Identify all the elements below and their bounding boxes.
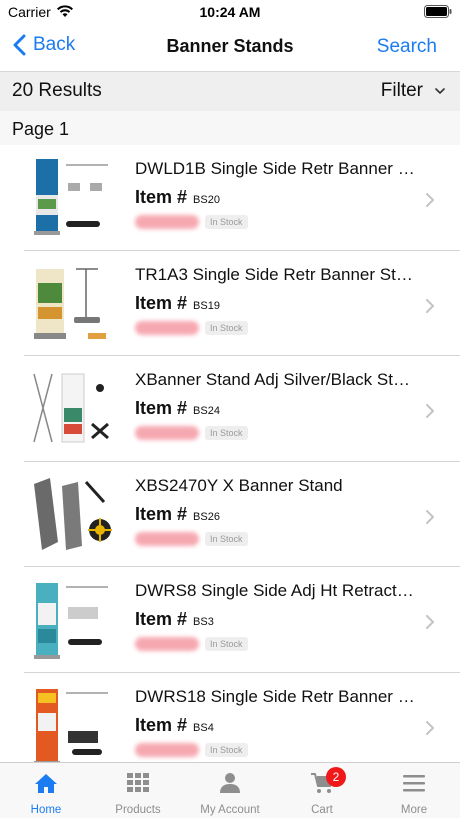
blurred-price: [135, 426, 199, 440]
product-name: XBanner Stand Adj Silver/Black Stand: [135, 370, 415, 389]
filter-label: Filter: [380, 80, 423, 101]
list-item[interactable]: DWRS8 Single Side Adj Ht Retractable Ite…: [24, 567, 460, 673]
banner-stand-image: [34, 267, 106, 339]
product-name: DWLD1B Single Side Retr Banner Stand: [135, 159, 415, 178]
banner-stand-image: [34, 583, 108, 659]
blurred-price: [135, 215, 199, 229]
chevron-right-icon: [426, 615, 434, 629]
navigation-bar: Back Banner Stands Search: [0, 24, 460, 72]
status-bar: Carrier 10:24 AM: [0, 0, 460, 24]
home-icon: [35, 774, 57, 793]
item-number: Item # BS19: [135, 293, 220, 314]
item-number: Item # BS4: [135, 715, 214, 736]
tab-more[interactable]: More: [368, 763, 460, 818]
item-number: Item # BS24: [135, 398, 220, 419]
person-icon: [220, 773, 240, 793]
tab-my-account[interactable]: My Account: [184, 763, 276, 818]
product-name: DWRS18 Single Side Retr Banner Stand: [135, 686, 415, 706]
banner-stand-image: [34, 688, 108, 762]
page-label: Page 1: [12, 119, 70, 139]
item-code: BS19: [193, 299, 220, 312]
battery-icon: [424, 5, 452, 18]
list-item[interactable]: TR1A3 Single Side Retr Banner Stand Item…: [24, 251, 460, 356]
stock-badge: In Stock: [205, 215, 248, 229]
tab-label: My Account: [200, 804, 260, 816]
list-item[interactable]: DWLD1B Single Side Retr Banner Stand Ite…: [24, 145, 460, 251]
blurred-price: [135, 742, 199, 757]
tab-label: More: [400, 804, 428, 816]
chevron-right-icon: [426, 298, 434, 313]
cart-count-badge: 2: [326, 767, 346, 787]
banner-stand-image: [34, 477, 112, 550]
stock-badge: In Stock: [205, 320, 248, 335]
chevron-right-icon: [426, 720, 434, 735]
tab-bar: Home Products My Account 2 Cart More: [0, 762, 460, 818]
product-name: DWRS8 Single Side Adj Ht Retractable: [135, 581, 415, 600]
filter-button[interactable]: Filter: [381, 80, 445, 102]
list-item[interactable]: XBanner Stand Adj Silver/Black Stand Ite…: [24, 356, 460, 462]
results-bar: 20 Results Filter: [0, 72, 460, 111]
tab-products[interactable]: Products: [92, 763, 184, 818]
item-number: Item # BS20: [135, 187, 220, 208]
tab-cart[interactable]: 2 Cart: [276, 763, 368, 818]
page-section-header: Page 1: [0, 111, 460, 145]
stock-badge: In Stock: [205, 426, 248, 440]
chevron-right-icon: [426, 404, 434, 418]
item-number: Item # BS3: [135, 609, 214, 630]
grid-icon: [127, 773, 149, 792]
item-code: BS4: [193, 721, 214, 734]
product-list[interactable]: DWLD1B Single Side Retr Banner Stand Ite…: [0, 145, 460, 762]
search-button[interactable]: Search: [377, 36, 437, 58]
item-number: Item # BS26: [135, 504, 220, 525]
banner-stand-image: [34, 159, 108, 235]
blurred-price: [135, 531, 199, 546]
item-code: BS20: [193, 194, 220, 206]
stock-badge: In Stock: [205, 531, 248, 546]
item-label: Item #: [135, 714, 188, 735]
chevron-right-icon: [426, 193, 434, 207]
stock-badge: In Stock: [205, 637, 248, 651]
results-count: 20 Results: [12, 80, 102, 101]
stock-badge: In Stock: [205, 742, 248, 757]
status-time: 10:24 AM: [199, 4, 261, 20]
tab-label: Home: [30, 804, 62, 816]
item-code: BS24: [193, 405, 220, 417]
tab-label: Products: [115, 804, 161, 816]
tab-label: Cart: [311, 804, 333, 816]
item-label: Item #: [135, 609, 188, 629]
tab-home[interactable]: Home: [0, 763, 92, 818]
product-name: TR1A3 Single Side Retr Banner Stand: [135, 264, 415, 284]
chevron-down-icon: [435, 87, 445, 94]
list-item[interactable]: XBS2470Y X Banner Stand Item # BS26 In S…: [24, 462, 460, 567]
list-item[interactable]: DWRS18 Single Side Retr Banner Stand Ite…: [24, 673, 460, 762]
blurred-price: [135, 320, 199, 335]
item-code: BS26: [193, 510, 220, 523]
chevron-right-icon: [426, 509, 434, 524]
product-name: XBS2470Y X Banner Stand: [135, 475, 343, 495]
menu-icon: [403, 775, 425, 792]
banner-stand-image: [33, 373, 109, 443]
blurred-price: [135, 637, 199, 651]
item-label: Item #: [135, 398, 188, 418]
item-label: Item #: [135, 503, 188, 524]
item-code: BS3: [193, 616, 214, 628]
item-label: Item #: [135, 187, 188, 207]
item-label: Item #: [135, 292, 188, 313]
